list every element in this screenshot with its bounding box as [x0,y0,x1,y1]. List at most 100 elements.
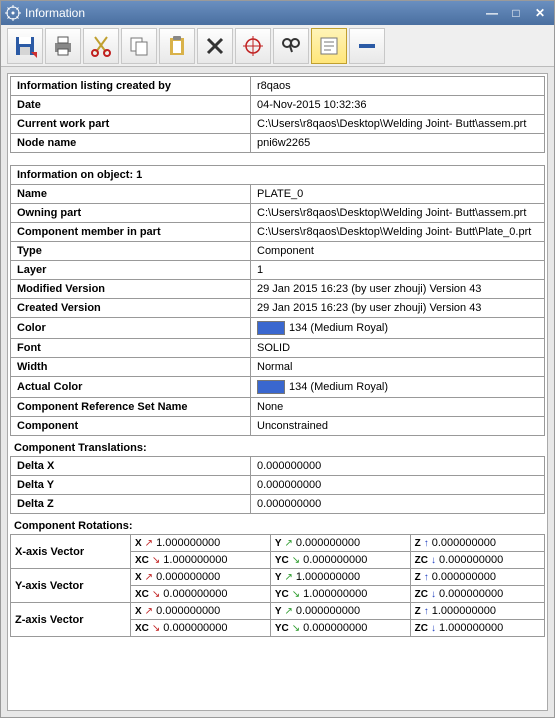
print-button[interactable] [45,28,81,64]
row-label: Current work part [11,115,251,134]
row-label: Information listing created by [11,77,251,96]
copy-button[interactable] [121,28,157,64]
row-label: Actual Color [11,377,251,398]
vector-cell: XC↘0.000000000 [131,620,271,637]
table-row: Information listing created byr8qaos [11,77,545,96]
vector-cell: Z↑1.000000000 [410,603,544,620]
vector-cell: XC↘1.000000000 [131,552,271,569]
row-label: Layer [11,261,251,280]
delete-button[interactable] [197,28,233,64]
rotations-table: X-axis VectorX↗1.000000000Y↗0.000000000Z… [10,534,545,637]
row-label: Created Version [11,299,251,318]
row-label: Component [11,417,251,436]
row-value: 0.000000000 [251,476,545,495]
vector-cell: Z↑0.000000000 [410,569,544,586]
vector-cell: YC↘1.000000000 [270,586,410,603]
row-label: Component member in part [11,223,251,242]
row-label: Width [11,358,251,377]
row-label: Node name [11,134,251,153]
row-value: None [251,398,545,417]
row-value: 0.000000000 [251,495,545,514]
vector-cell: Y↗0.000000000 [270,535,410,552]
vector-cell: ZC↓1.000000000 [410,620,544,637]
vector-cell: ZC↓0.000000000 [410,586,544,603]
active-action-button[interactable] [311,28,347,64]
row-value: r8qaos [251,77,545,96]
gear-icon [5,5,21,21]
table-row: FontSOLID [11,339,545,358]
table-row: Color134 (Medium Royal) [11,318,545,339]
paste-button[interactable] [159,28,195,64]
translations-heading: Component Translations: [10,436,545,456]
table-row: Component Reference Set NameNone [11,398,545,417]
table-row: Delta Z0.000000000 [11,495,545,514]
maximize-button[interactable]: □ [506,5,526,21]
window-title: Information [25,6,482,20]
table-row: WidthNormal [11,358,545,377]
row-label: Modified Version [11,280,251,299]
row-value: pni6w2265 [251,134,545,153]
rotation-row: X-axis VectorX↗1.000000000Y↗0.000000000Z… [11,535,545,552]
close-button[interactable]: ✕ [530,5,550,21]
table-row: NamePLATE_0 [11,185,545,204]
row-value: C:\Users\r8qaos\Desktop\Welding Joint- B… [251,204,545,223]
vector-cell: YC↘0.000000000 [270,552,410,569]
row-value: Unconstrained [251,417,545,436]
table-row: Current work partC:\Users\r8qaos\Desktop… [11,115,545,134]
save-button[interactable] [7,28,43,64]
header-table: Information listing created byr8qaosDate… [10,76,545,153]
vector-cell: X↗0.000000000 [131,569,271,586]
content-area[interactable]: Information listing created byr8qaosDate… [7,73,548,711]
target-button[interactable] [235,28,271,64]
row-label: Owning part [11,204,251,223]
row-label: Component Reference Set Name [11,398,251,417]
color-swatch [257,380,285,394]
vector-cell: XC↘0.000000000 [131,586,271,603]
row-value: C:\Users\r8qaos\Desktop\Welding Joint- B… [251,223,545,242]
rotation-row: Y-axis VectorX↗0.000000000Y↗1.000000000Z… [11,569,545,586]
rotation-row: Z-axis VectorX↗0.000000000Y↗0.000000000Z… [11,603,545,620]
row-label: Delta X [11,457,251,476]
table-row: Layer1 [11,261,545,280]
table-row: Created Version29 Jan 2015 16:23 (by use… [11,299,545,318]
vector-cell: ZC↓0.000000000 [410,552,544,569]
row-label: Type [11,242,251,261]
row-label: Delta Y [11,476,251,495]
table-row: Delta Y0.000000000 [11,476,545,495]
table-row: TypeComponent [11,242,545,261]
table-row: ComponentUnconstrained [11,417,545,436]
table-row: Actual Color134 (Medium Royal) [11,377,545,398]
toolbar [1,25,554,67]
object-info-table: Information on object: 1NamePLATE_0Ownin… [10,165,545,436]
vector-cell: Z↑0.000000000 [410,535,544,552]
minimize-button[interactable]: — [482,5,502,21]
vector-cell: Y↗1.000000000 [270,569,410,586]
row-value: Component [251,242,545,261]
row-label: Color [11,318,251,339]
row-value: 04-Nov-2015 10:32:36 [251,96,545,115]
table-row: Delta X0.000000000 [11,457,545,476]
row-value: 29 Jan 2015 16:23 (by user zhouji) Versi… [251,280,545,299]
information-window: Information — □ ✕ [0,0,555,718]
color-swatch [257,321,285,335]
rotation-axis-label: Y-axis Vector [11,569,131,603]
row-value: 134 (Medium Royal) [251,377,545,398]
table-row: Date04-Nov-2015 10:32:36 [11,96,545,115]
vector-cell: Y↗0.000000000 [270,603,410,620]
row-value: 0.000000000 [251,457,545,476]
rotation-axis-label: Z-axis Vector [11,603,131,637]
table-row: Component member in partC:\Users\r8qaos\… [11,223,545,242]
row-label: Font [11,339,251,358]
find-button[interactable] [273,28,309,64]
row-value: 1 [251,261,545,280]
row-label: Delta Z [11,495,251,514]
line-action-button[interactable] [349,28,385,64]
table-row: Node namepni6w2265 [11,134,545,153]
row-value: C:\Users\r8qaos\Desktop\Welding Joint- B… [251,115,545,134]
row-value: SOLID [251,339,545,358]
vector-cell: YC↘0.000000000 [270,620,410,637]
vector-cell: X↗1.000000000 [131,535,271,552]
cut-button[interactable] [83,28,119,64]
table-row: Owning partC:\Users\r8qaos\Desktop\Weldi… [11,204,545,223]
rotation-axis-label: X-axis Vector [11,535,131,569]
